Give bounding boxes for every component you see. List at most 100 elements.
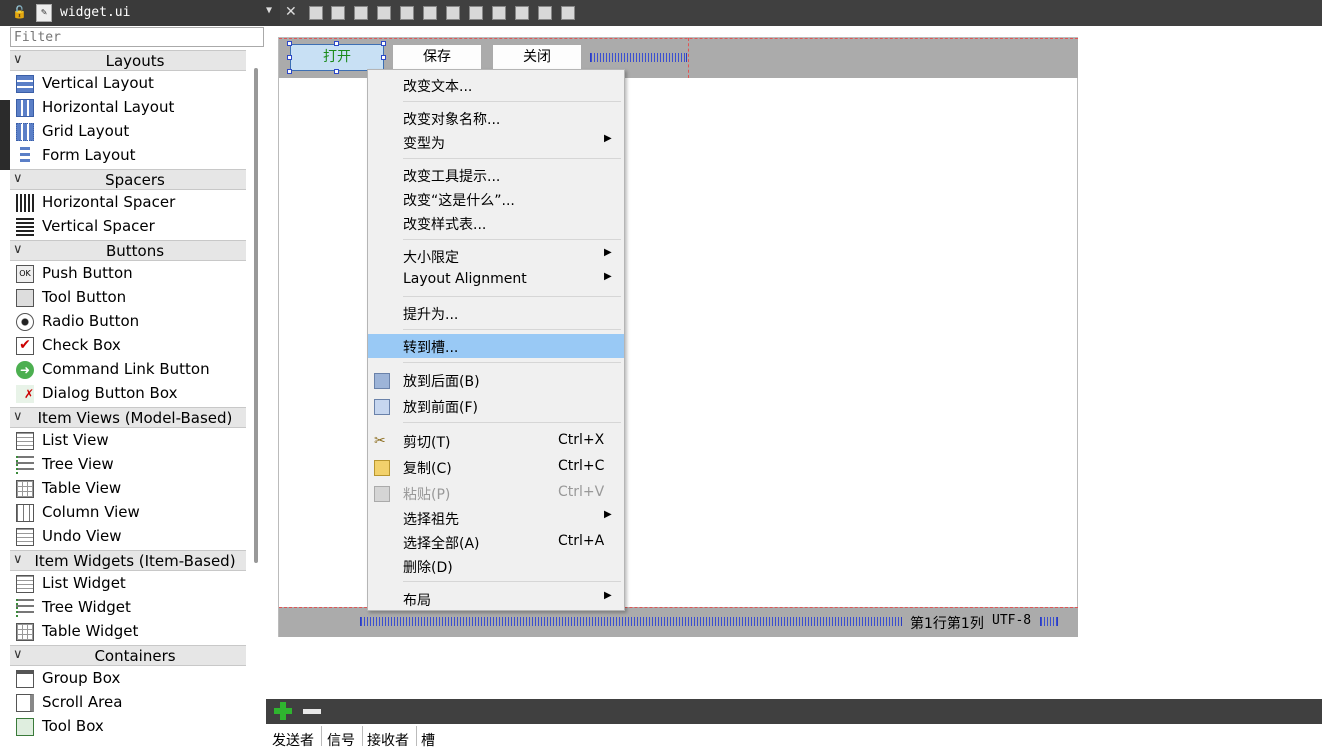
widget-box-scrollbar[interactable] [254,68,258,563]
category-spacers[interactable]: ∨ Spacers [10,169,246,190]
menu-item-layout-alignment[interactable]: Layout Alignment ▶ [368,268,624,292]
widget-item-tree-widget[interactable]: Tree Widget [10,596,246,620]
selection-handle[interactable] [287,69,292,74]
widget-item-undo-view[interactable]: Undo View [10,525,246,549]
add-icon[interactable] [273,701,293,721]
menu-item-copy[interactable]: 复制(C) Ctrl+C [368,455,624,479]
category-item-views[interactable]: ∨ Item Views (Model-Based) [10,407,246,428]
column-header-slot[interactable]: 槽 [421,730,435,750]
shortcut-label: Ctrl+V [558,484,605,500]
edit-buddies-icon[interactable] [354,6,368,20]
selection-handle[interactable] [287,55,292,60]
layout-vertical-splitter-icon[interactable] [469,6,483,20]
close-button[interactable]: 关闭 [492,44,582,71]
widget-item-list-view[interactable]: List View [10,429,246,453]
widget-item-grid-layout[interactable]: Grid Layout [10,120,246,144]
chevron-down-icon: ∨ [13,552,23,567]
column-header-signal[interactable]: 信号 [327,730,355,750]
category-item-widgets[interactable]: ∨ Item Widgets (Item-Based) [10,550,246,571]
widget-label: Dialog Button Box [42,384,178,402]
submenu-arrow-icon: ▶ [604,133,612,144]
widget-item-scroll-area[interactable]: Scroll Area [10,691,246,715]
menu-item-go-to-slot[interactable]: 转到槽... [368,334,624,358]
list-view-icon [16,432,34,450]
menu-item-change-whats-this[interactable]: 改变“这是什么”... [368,187,624,211]
menu-separator [403,581,621,582]
column-header-sender[interactable]: 发送者 [272,730,314,750]
edit-tab-order-icon[interactable] [377,6,391,20]
widget-item-table-widget[interactable]: Table Widget [10,620,246,644]
column-header-receiver[interactable]: 接收者 [367,730,409,750]
menu-item-select-all[interactable]: 选择全部(A) Ctrl+A [368,530,624,554]
widget-item-tool-box[interactable]: Tool Box [10,715,246,739]
horizontal-spacer-icon [16,194,34,212]
edit-signals-slots-icon[interactable] [331,6,345,20]
widget-item-command-link-button[interactable]: ➜ Command Link Button [10,358,246,382]
selection-handle[interactable] [381,55,386,60]
break-layout-icon[interactable] [538,6,552,20]
horizontal-spacer[interactable] [590,53,687,62]
widget-label: Group Box [42,669,121,687]
layout-vertical-icon[interactable] [423,6,437,20]
widget-item-table-view[interactable]: Table View [10,477,246,501]
list-widget-icon [16,575,34,593]
menu-item-change-text[interactable]: 改变文本... [368,73,624,97]
menu-item-delete[interactable]: 删除(D) [368,554,624,578]
widget-item-column-view[interactable]: Column View [10,501,246,525]
menu-item-change-object-name[interactable]: 改变对象名称... [368,106,624,130]
widget-item-horizontal-spacer[interactable]: Horizontal Spacer [10,191,246,215]
selection-handle[interactable] [287,41,292,46]
menu-item-morph-into[interactable]: 变型为 ▶ [368,130,624,154]
column-separator [321,726,322,746]
widget-label: Undo View [42,527,122,545]
edit-widgets-icon[interactable] [309,6,323,20]
file-tab[interactable]: 🔓 ✎ widget.ui ▼ [0,0,280,26]
selection-handle[interactable] [381,41,386,46]
menu-label: 变型为 [403,136,445,152]
selection-handle[interactable] [334,69,339,74]
widget-item-tool-button[interactable]: Tool Button [10,286,246,310]
category-buttons[interactable]: ∨ Buttons [10,240,246,261]
menu-item-size-constraints[interactable]: 大小限定 ▶ [368,244,624,268]
remove-icon[interactable] [302,701,322,721]
widget-item-tree-view[interactable]: Tree View [10,453,246,477]
menu-item-select-ancestor[interactable]: 选择祖先 ▶ [368,506,624,530]
menu-item-change-stylesheet[interactable]: 改变样式表... [368,211,624,235]
selection-handle[interactable] [334,41,339,46]
layout-grid-icon[interactable] [515,6,529,20]
menu-item-cut[interactable]: ✂ 剪切(T) Ctrl+X [368,429,624,453]
horizontal-spacer[interactable] [1040,617,1058,626]
save-button[interactable]: 保存 [392,44,482,71]
widget-item-list-widget[interactable]: List Widget [10,572,246,596]
category-containers[interactable]: ∨ Containers [10,645,246,666]
widget-item-check-box[interactable]: ✔ Check Box [10,334,246,358]
menu-item-promote-to[interactable]: 提升为... [368,301,624,325]
widget-item-group-box[interactable]: Group Box [10,667,246,691]
menu-item-change-tooltip[interactable]: 改变工具提示... [368,163,624,187]
widget-item-horizontal-layout[interactable]: Horizontal Layout [10,96,246,120]
menu-item-bring-to-front[interactable]: 放到前面(F) [368,394,624,418]
widget-item-radio-button[interactable]: Radio Button [10,310,246,334]
layout-form-icon[interactable] [492,6,506,20]
dropdown-arrow-icon[interactable]: ▼ [266,5,272,16]
adjust-size-icon[interactable] [561,6,575,20]
menu-item-paste[interactable]: 粘贴(P) Ctrl+V [368,481,624,505]
category-layouts[interactable]: ∨ Layouts [10,50,246,71]
open-button[interactable]: 打开 [290,44,384,71]
widget-item-push-button[interactable]: OK Push Button [10,262,246,286]
category-title: Layouts [105,52,165,70]
layout-horizontal-icon[interactable] [400,6,414,20]
widget-item-form-layout[interactable]: Form Layout [10,144,246,168]
widget-label: Tool Button [42,288,127,306]
widget-item-dialog-button-box[interactable]: ✗ Dialog Button Box [10,382,246,406]
widget-item-vertical-layout[interactable]: Vertical Layout [10,72,246,96]
horizontal-spacer[interactable] [360,617,902,626]
close-file-icon[interactable]: ✕ [285,4,297,20]
filter-input[interactable] [10,27,264,47]
menu-item-layout[interactable]: 布局 ▶ [368,587,624,611]
widget-item-vertical-spacer[interactable]: Vertical Spacer [10,215,246,239]
layout-horizontal-splitter-icon[interactable] [446,6,460,20]
tool-button-icon [16,289,34,307]
menu-item-send-to-back[interactable]: 放到后面(B) [368,368,624,392]
radio-button-icon [16,313,34,331]
